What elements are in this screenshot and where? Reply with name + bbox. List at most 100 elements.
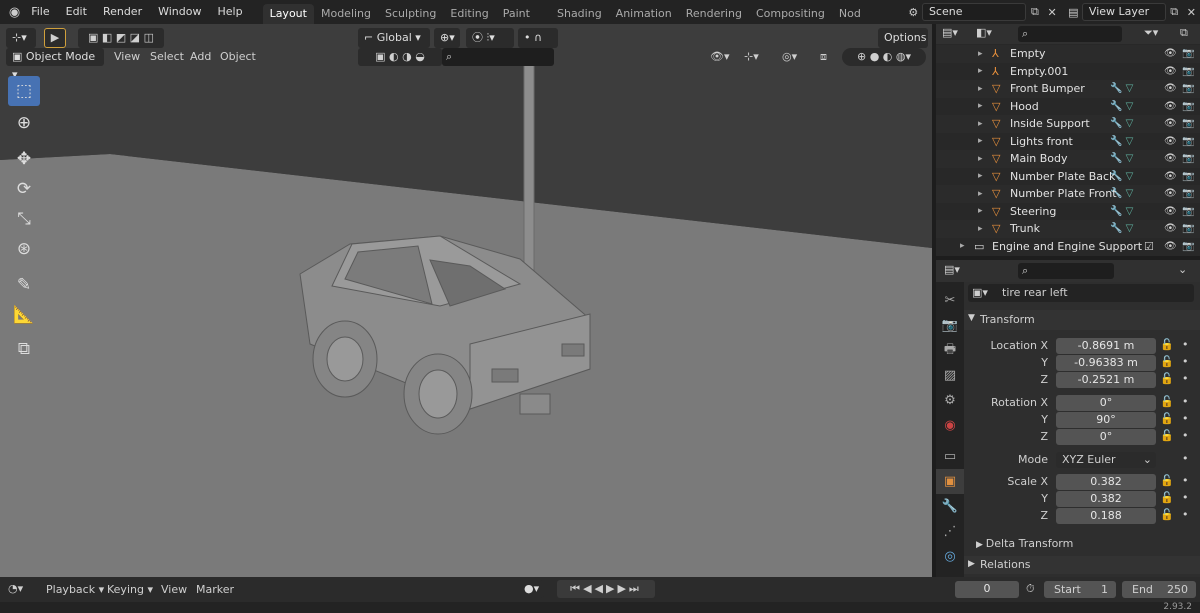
visibility-eye-icon[interactable]: 👁 [1164,188,1177,199]
tab-modeling[interactable]: Modeling [314,4,378,24]
start-frame-field[interactable]: Start 1 [1044,581,1116,598]
scene-icon[interactable]: ⚙ [905,3,922,21]
render-camera-icon[interactable]: 📷 [1182,66,1194,77]
keyframe-dot-icon[interactable]: • [1182,412,1189,425]
lock-icon[interactable]: 🔓 [1160,372,1174,385]
menu-window[interactable]: Window [150,0,209,24]
tab-uv-editing[interactable]: UV Editing [443,0,495,24]
properties-search-input[interactable]: ⌕ [1018,263,1114,279]
expand-arrow-icon[interactable]: ▸ [978,189,983,199]
delete-view-layer-icon[interactable]: ✕ [1183,3,1200,21]
menu-marker[interactable]: Marker [196,583,234,596]
visibility-eye-icon[interactable]: 👁 [1164,118,1177,129]
keyframe-dot-icon[interactable]: • [1182,355,1189,368]
gizmo-icon[interactable]: ⊹▾ [744,48,770,66]
render-camera-icon[interactable]: 📷 [1182,223,1194,234]
outliner-editor-icon[interactable]: ▤▾ [942,26,958,39]
outliner-search-input[interactable]: ⌕ [1018,26,1122,42]
lock-icon[interactable]: 🔓 [1160,355,1174,368]
outliner-row[interactable]: 🔧 ▽ ▸ ▽ Hood 👁 📷 [936,98,1200,116]
modifier-icon[interactable]: 🔧 ▽ [1110,101,1133,112]
rotation-z-field[interactable]: 0° [1056,429,1156,445]
lock-icon[interactable]: 🔓 [1160,395,1174,408]
expand-arrow-icon[interactable]: ▸ [978,206,983,216]
shading-mode-icons[interactable]: ⊕ ● ◐ ◍▾ [842,48,926,66]
annotate-tool-icon[interactable]: ✎ [8,270,40,300]
outliner-row[interactable]: ▸ ▭ Engine and Engine Support ☑ 👁 📷 [936,238,1200,256]
tab-geometry-nodes[interactable]: Geometry Nod [832,0,901,24]
move-tool-icon[interactable]: ✥ [8,144,40,174]
expand-arrow-icon[interactable]: ▸ [978,171,983,181]
lock-icon[interactable]: 🔓 [1160,429,1174,442]
keyframe-dot-icon[interactable]: • [1182,429,1189,442]
output-tab-icon[interactable]: 🖶 [936,338,964,363]
outliner-row[interactable]: 🔧 ▽ ▸ ▽ Lights front 👁 📷 [936,133,1200,151]
visibility-eye-icon[interactable]: 👁 [1164,66,1177,77]
expand-arrow-icon[interactable]: ▸ [978,101,983,111]
visibility-eye-icon[interactable]: 👁 [1164,171,1177,182]
transform-orientation-select[interactable]: ⌐ Global ▾ [358,28,430,48]
keyframe-dot-icon[interactable]: • [1182,395,1189,408]
new-collection-icon[interactable]: ⧉ [1180,26,1188,40]
tab-sculpting[interactable]: Sculpting [378,4,443,24]
menu-add[interactable]: Add [190,50,211,63]
expand-arrow-icon[interactable]: ▸ [978,84,983,94]
visibility-icon[interactable]: 👁▾ [710,48,738,66]
select-tool-icon[interactable]: ▶ [44,28,66,48]
cursor-tool-icon[interactable]: ⊕ [8,108,40,138]
snap-button[interactable]: ⦿ ⫶▾ [466,28,514,48]
particles-tab-icon[interactable]: ⋰ [936,519,964,544]
keyframe-dot-icon[interactable]: • [1182,338,1189,351]
outliner-row[interactable]: 🔧 ▽ ▸ ▽ Front Bumper 👁 📷 [936,80,1200,98]
collection-checkbox[interactable]: ☑ [1144,240,1154,253]
modifier-icon[interactable]: 🔧 ▽ [1110,118,1133,129]
visibility-eye-icon[interactable]: 👁 [1164,101,1177,112]
menu-select[interactable]: Select [150,50,184,63]
tool-tab-icon[interactable]: ✂ [936,288,964,313]
modifier-icon[interactable]: 🔧 ▽ [1110,136,1133,147]
scale-x-field[interactable]: 0.382 [1056,474,1156,490]
clock-icon[interactable]: ⏱ [1026,582,1035,596]
outliner-row[interactable]: 🔧 ▽ ▸ ▽ Main Body 👁 📷 [936,150,1200,168]
modifier-icon[interactable]: 🔧 ▽ [1110,153,1133,164]
menu-view[interactable]: View [114,50,140,63]
viewport-search-input[interactable]: ⌕ [442,48,554,66]
transform-tool-icon[interactable]: ⊛ [8,234,40,264]
menu-object[interactable]: Object [220,50,256,63]
outliner-row[interactable]: 🔧 ▽ ▸ ▽ Number Plate Back 👁 📷 [936,168,1200,186]
timeline-editor-icon[interactable]: ◔▾ [8,582,23,595]
scene-field[interactable]: Scene [921,3,1027,21]
outliner-row[interactable]: 🔧 ▽ ▸ ▽ Inside Support 👁 📷 [936,115,1200,133]
visibility-eye-icon[interactable]: 👁 [1164,223,1177,234]
expand-arrow-icon[interactable]: ▸ [978,136,983,146]
visibility-eye-icon[interactable]: 👁 [1164,206,1177,217]
render-camera-icon[interactable]: 📷 [1182,171,1194,182]
tab-rendering[interactable]: Rendering [679,4,749,24]
tab-animation[interactable]: Animation [609,4,679,24]
properties-editor-icon[interactable]: ▤▾ [944,263,960,276]
menu-render[interactable]: Render [95,0,150,24]
lock-icon[interactable]: 🔓 [1160,338,1174,351]
render-tab-icon[interactable]: 📷 [936,313,964,338]
filter-icons[interactable]: ▣ ◐ ◑ ◒ [358,48,442,66]
selection-mode-icons[interactable]: ▣ ◧ ◩ ◪ ◫ [78,28,164,48]
render-camera-icon[interactable]: 📷 [1182,48,1194,59]
keyframe-dot-icon[interactable]: • [1182,452,1189,465]
transform-panel-header[interactable]: ▼ Transform [964,310,1200,330]
display-mode-icon[interactable]: ◧▾ [976,26,992,39]
expand-arrow-icon[interactable]: ▸ [978,49,983,59]
rotation-x-field[interactable]: 0° [1056,395,1156,411]
render-camera-icon[interactable]: 📷 [1182,188,1194,199]
menu-keying[interactable]: Keying ▾ [107,583,153,596]
render-camera-icon[interactable]: 📷 [1182,83,1194,94]
view-layer-tab-icon[interactable]: ▨ [936,363,964,388]
world-tab-icon[interactable]: ◉ [936,413,964,438]
menu-edit[interactable]: Edit [58,0,95,24]
mode-select[interactable]: ▣ Object Mode ▾ [6,48,104,81]
expand-arrow-icon[interactable]: ▸ [978,224,983,234]
visibility-eye-icon[interactable]: 👁 [1164,83,1177,94]
scale-y-field[interactable]: 0.382 [1056,491,1156,507]
proportional-edit-button[interactable]: • ∩ [518,28,558,48]
add-cube-tool-icon[interactable]: ⧉ [8,334,40,364]
lock-icon[interactable]: 🔓 [1160,491,1174,504]
